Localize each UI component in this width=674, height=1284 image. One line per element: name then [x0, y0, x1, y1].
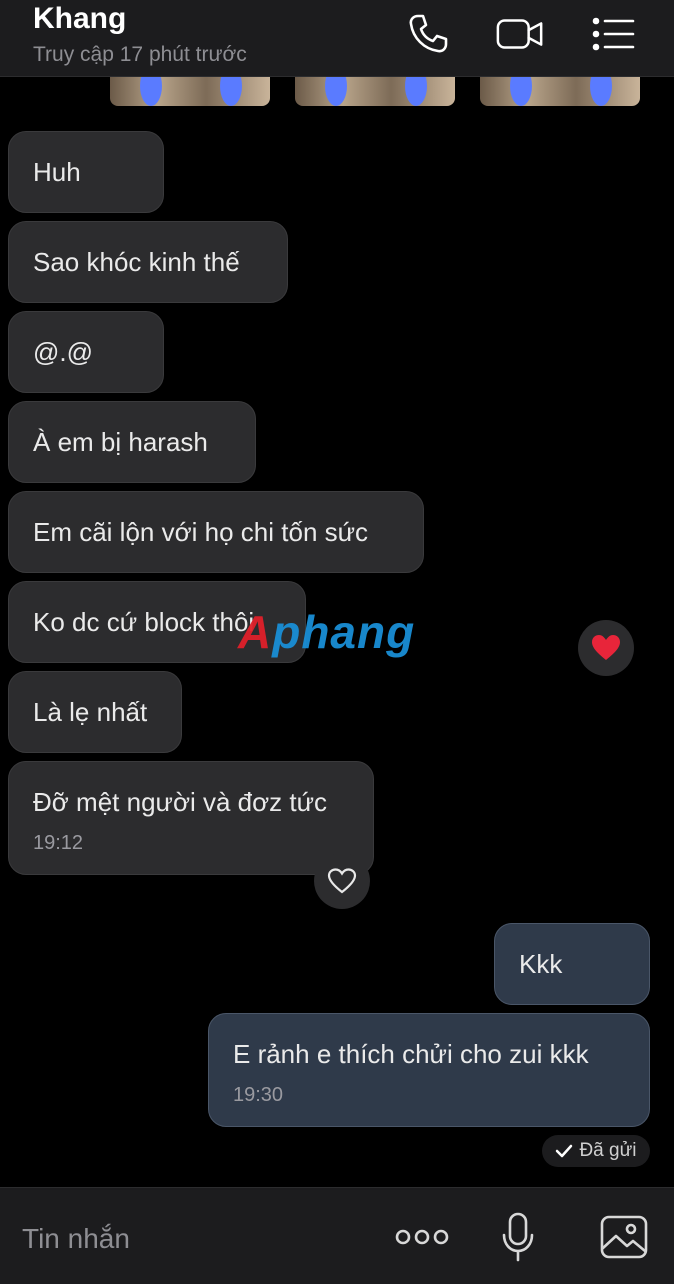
last-seen-status: Truy cập 17 phút trước	[33, 43, 247, 66]
incoming-message[interactable]: À em bị harash	[8, 401, 256, 483]
message-text: Kkk	[519, 949, 563, 979]
menu-button[interactable]	[589, 12, 639, 56]
sent-status-badge: Đã gửi	[542, 1135, 650, 1167]
sticker-image[interactable]	[110, 76, 270, 106]
message-text: @.@	[33, 337, 94, 367]
message-text: Ko dc cứ block thôi	[33, 607, 255, 637]
sticker-image[interactable]	[480, 76, 640, 106]
incoming-message[interactable]: Là lẹ nhất	[8, 671, 182, 753]
gallery-button[interactable]	[598, 1210, 650, 1264]
outgoing-message[interactable]: Kkk	[494, 923, 650, 1005]
message-time: 19:30	[233, 1084, 284, 1106]
contact-name[interactable]: Khang	[33, 2, 126, 36]
outgoing-message[interactable]: E rảnh e thích chửi cho zui kkk 19:30	[208, 1013, 650, 1127]
like-reaction-button[interactable]	[314, 853, 370, 909]
incoming-message[interactable]: @.@	[8, 311, 164, 393]
message-text: Sao khóc kinh thế	[33, 247, 240, 277]
more-dots-icon	[395, 1229, 449, 1245]
sticker-image[interactable]	[295, 76, 455, 106]
sticker-drop	[325, 76, 347, 106]
heart-outline-icon	[327, 868, 357, 894]
sticker-row	[0, 76, 674, 112]
more-options-button[interactable]	[392, 1210, 452, 1264]
watermark-part2: phang	[272, 606, 416, 658]
sticker-drop	[140, 76, 162, 106]
sticker-drop	[220, 76, 242, 106]
heart-reaction-button[interactable]	[578, 620, 634, 676]
phone-icon	[409, 14, 448, 53]
chat-header: Khang Truy cập 17 phút trước	[0, 0, 674, 77]
watermark-logo: Aphang	[238, 605, 415, 659]
video-call-button[interactable]	[495, 12, 545, 56]
voice-record-button[interactable]	[496, 1210, 540, 1264]
message-input[interactable]	[20, 1218, 364, 1260]
menu-list-icon	[592, 17, 635, 51]
microphone-icon	[502, 1212, 534, 1262]
message-text: Đỡ mệt người và đơz tức	[33, 787, 328, 817]
message-text: E rảnh e thích chửi cho zui kkk	[233, 1039, 589, 1069]
sent-status-label: Đã gửi	[579, 1140, 637, 1161]
video-call-icon	[496, 19, 543, 49]
red-heart-icon	[592, 635, 620, 660]
phone-call-button[interactable]	[403, 12, 453, 56]
sticker-drop	[405, 76, 427, 106]
checkmark-icon	[556, 1144, 573, 1158]
incoming-message[interactable]: Huh	[8, 131, 164, 213]
message-text: Em cãi lộn với họ chi tốn sức	[33, 517, 369, 547]
message-text: Là lẹ nhất	[33, 697, 148, 727]
image-gallery-icon	[600, 1215, 648, 1259]
incoming-message[interactable]: Sao khóc kinh thế	[8, 221, 288, 303]
message-text: Huh	[33, 157, 81, 187]
watermark-part1: A	[238, 606, 273, 658]
sticker-drop	[590, 76, 612, 106]
message-text: À em bị harash	[33, 427, 208, 457]
sticker-drop	[510, 76, 532, 106]
message-input-bar	[0, 1187, 674, 1284]
incoming-message[interactable]: Em cãi lộn với họ chi tốn sức	[8, 491, 424, 573]
incoming-message[interactable]: Đỡ mệt người và đơz tức 19:12	[8, 761, 374, 875]
message-time: 19:12	[33, 832, 84, 854]
